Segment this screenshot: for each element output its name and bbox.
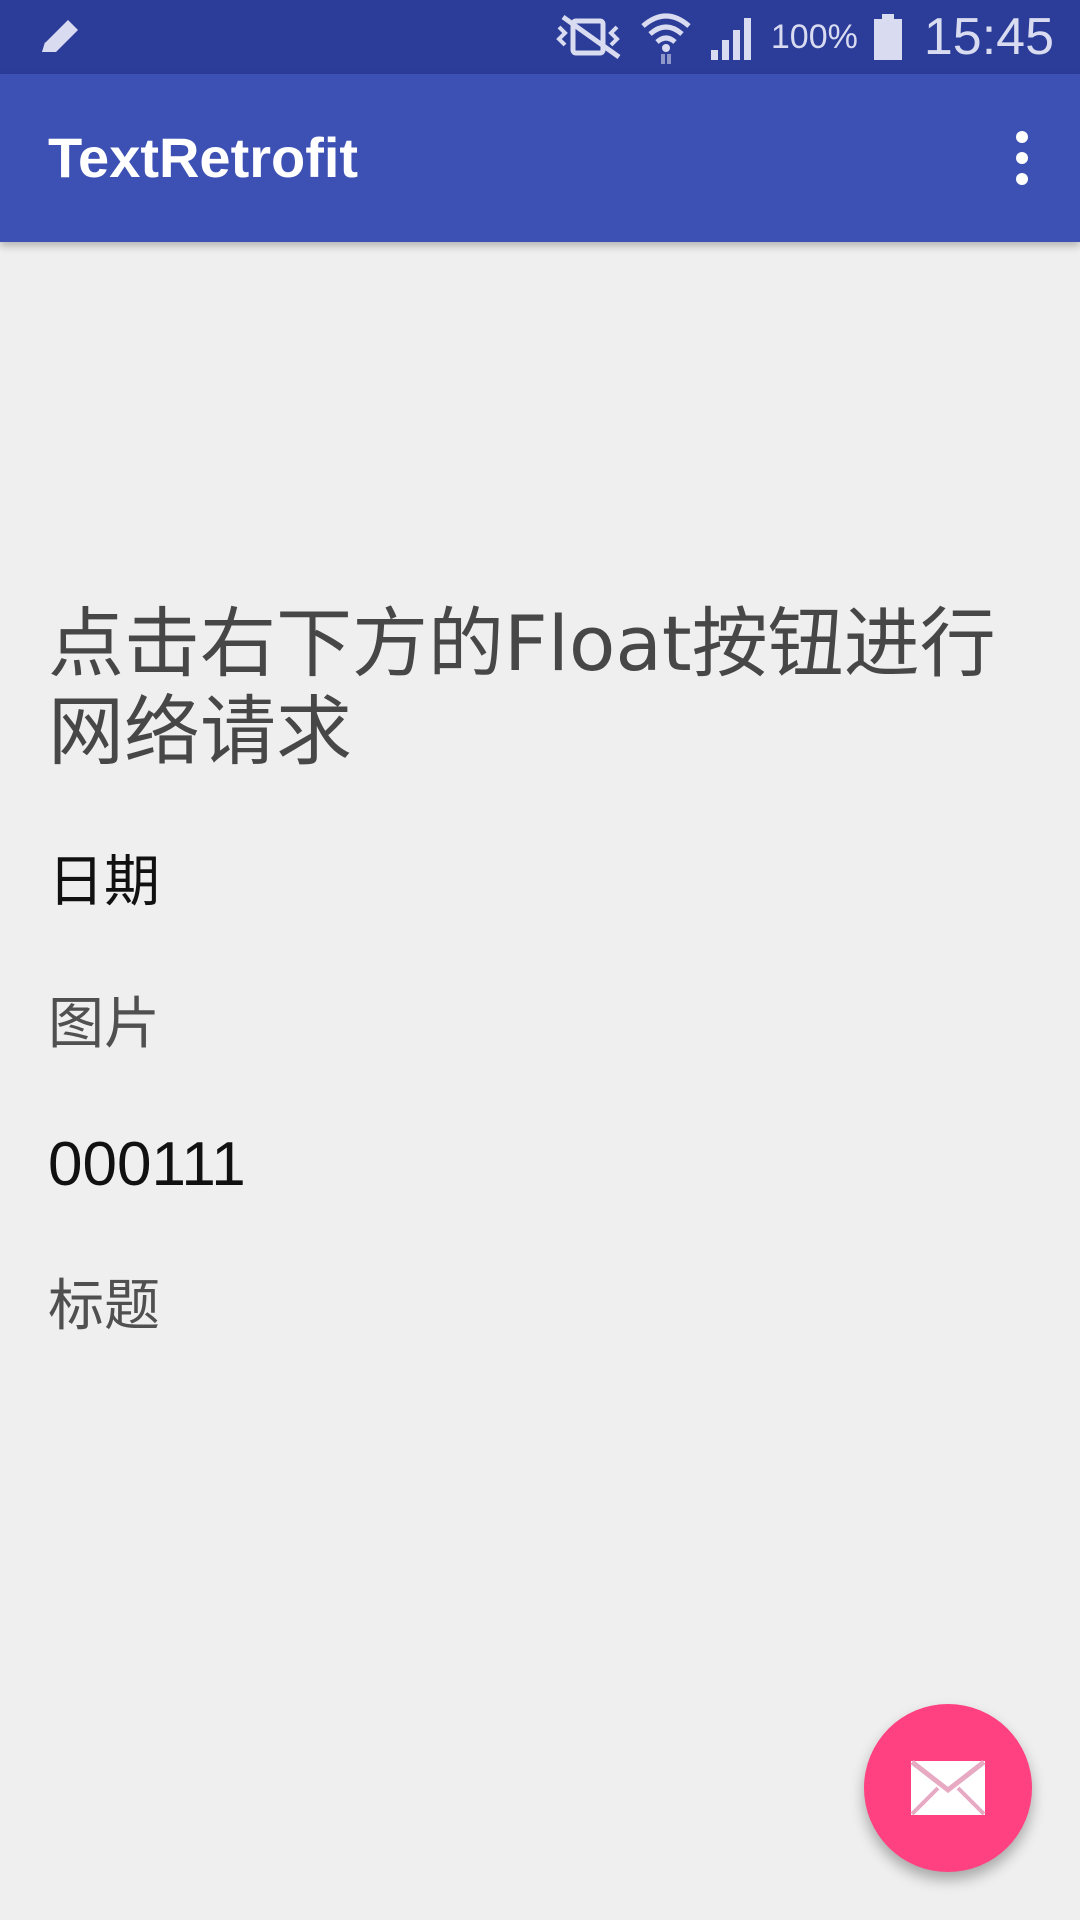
wifi-icon xyxy=(641,13,691,64)
battery-icon xyxy=(873,14,902,60)
date-label: 日期 xyxy=(48,850,160,915)
overflow-menu-icon[interactable] xyxy=(986,120,1058,196)
fab-mail-button[interactable] xyxy=(864,1704,1032,1872)
mail-icon xyxy=(910,1760,986,1816)
instruction-text: 点击右下方的Float按钮进行网络请求 xyxy=(48,599,996,776)
status-icons: 100% 15:45 xyxy=(553,0,1054,74)
title-label: 标题 xyxy=(48,1274,160,1339)
edit-pencil-icon xyxy=(42,20,78,52)
code-value: 000111 xyxy=(48,1130,246,1199)
app-title: TextRetrofit xyxy=(48,126,359,189)
overflow-dot xyxy=(1016,173,1028,185)
status-time: 15:45 xyxy=(923,8,1054,66)
battery-percent: 100% xyxy=(770,17,858,56)
status-bar: 100% 15:45 xyxy=(0,0,1080,74)
image-label: 图片 xyxy=(48,992,160,1057)
overflow-dot xyxy=(1016,152,1028,164)
app-bar: TextRetrofit xyxy=(0,74,1080,242)
overflow-dot xyxy=(1016,131,1028,143)
vibrate-mute-icon xyxy=(556,14,621,60)
signal-icon xyxy=(710,18,751,60)
